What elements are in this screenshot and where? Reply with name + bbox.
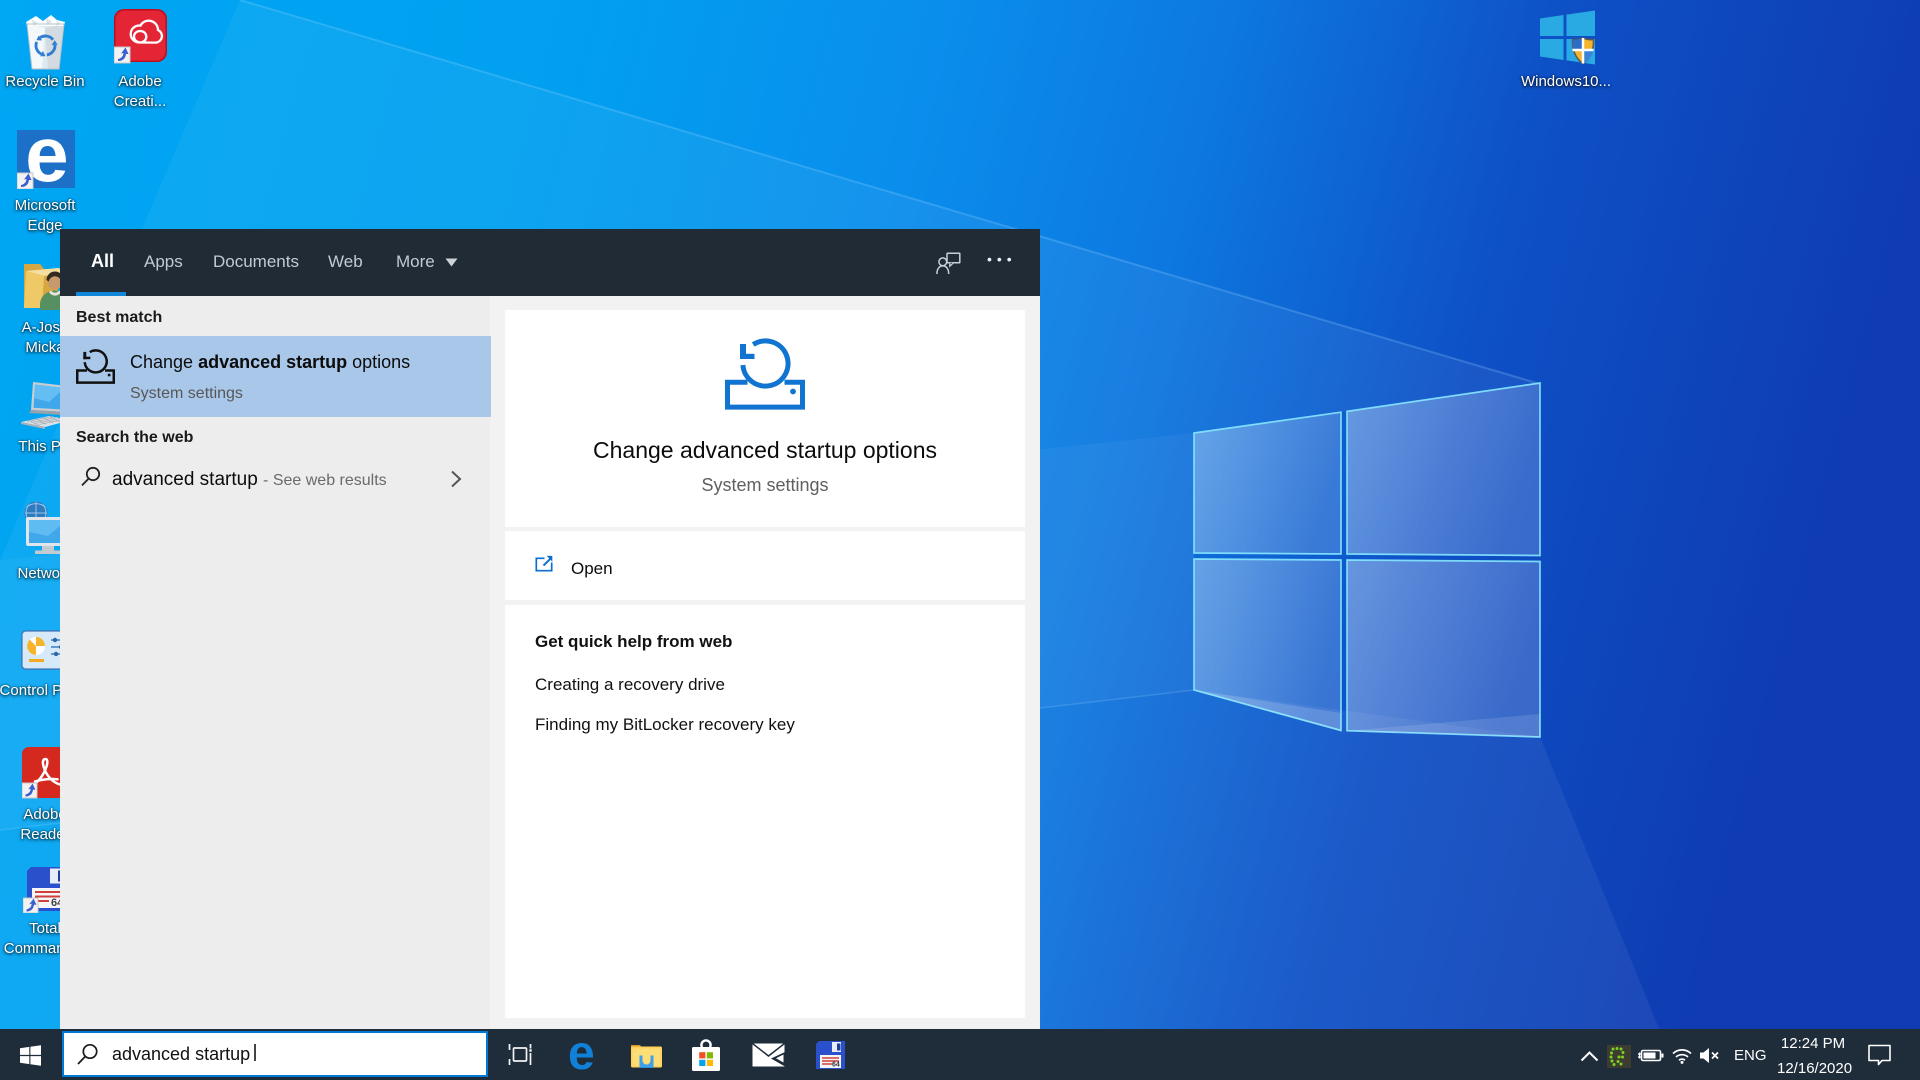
svg-text:64: 64 bbox=[832, 1062, 840, 1069]
